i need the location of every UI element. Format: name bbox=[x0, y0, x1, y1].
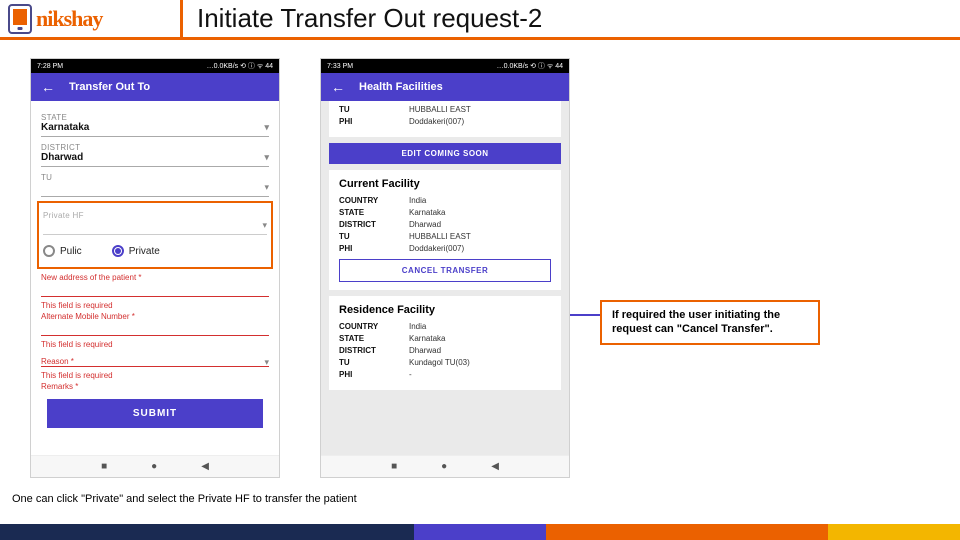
alt-mobile-input[interactable] bbox=[41, 321, 269, 336]
android-nav: ■ ● ◀ bbox=[31, 455, 279, 477]
nav-back-icon[interactable]: ◀ bbox=[491, 461, 499, 472]
chevron-down-icon: ▾ bbox=[262, 220, 267, 231]
private-hf-label: Private HF bbox=[43, 211, 267, 220]
alt-mobile-label: Alternate Mobile Number * bbox=[41, 312, 269, 321]
nav-home-icon[interactable]: ● bbox=[151, 461, 157, 472]
tu-label: TU bbox=[339, 105, 409, 114]
status-time: 7:33 PM bbox=[327, 63, 353, 70]
slide-content: 7:28 PM …0.0KB/s ⟲ ⓘ ᯤ 44 ← Transfer Out… bbox=[0, 40, 960, 510]
screenshot-health-facilities: 7:33 PM …0.0KB/s ⟲ ⓘ ᯤ 44 ← Health Facil… bbox=[320, 58, 570, 478]
radio-row: Pulic Private bbox=[43, 245, 267, 257]
slide-footer-bars bbox=[0, 524, 960, 540]
status-right: …0.0KB/s ⟲ ⓘ ᯤ 44 bbox=[497, 61, 563, 71]
phi-label: PHI bbox=[339, 117, 409, 126]
required-2: This field is required bbox=[41, 340, 269, 349]
required-3: This field is required bbox=[41, 371, 269, 380]
back-arrow-icon[interactable]: ← bbox=[41, 79, 55, 95]
reason-label: Reason *▾ bbox=[41, 357, 269, 366]
appbar-title: Health Facilities bbox=[359, 81, 443, 93]
top-card: TUHUBBALLI EAST PHIDoddakeri(007) bbox=[329, 101, 561, 137]
title-bar: Initiate Transfer Out request-2 bbox=[180, 0, 960, 37]
facilities-body: TUHUBBALLI EAST PHIDoddakeri(007) EDIT C… bbox=[321, 101, 569, 455]
callout-leader bbox=[570, 314, 600, 316]
status-right: …0.0KB/s ⟲ ⓘ ᯤ 44 bbox=[207, 61, 273, 71]
cancel-transfer-button[interactable]: CANCEL TRANSFER bbox=[339, 259, 551, 282]
edit-coming-button[interactable]: EDIT COMING SOON bbox=[329, 143, 561, 164]
district-label: DISTRICT bbox=[41, 143, 269, 152]
radio-private[interactable]: Private bbox=[112, 245, 160, 257]
tu-value: HUBBALLI EAST bbox=[409, 105, 471, 114]
logo: nikshay bbox=[0, 4, 180, 34]
logo-text: nikshay bbox=[36, 6, 102, 32]
tu-label: TU bbox=[41, 173, 269, 182]
district-value[interactable]: Dharwad▾ bbox=[41, 152, 269, 167]
residence-facility-card: Residence Facility COUNTRYIndia STATEKar… bbox=[329, 296, 561, 390]
slide-header: nikshay Initiate Transfer Out request-2 bbox=[0, 0, 960, 40]
submit-button[interactable]: SUBMIT bbox=[47, 399, 263, 428]
phi-value: Doddakeri(007) bbox=[409, 117, 464, 126]
private-highlight-box: Private HF ▾ Pulic Private bbox=[37, 201, 273, 269]
android-nav: ■ ● ◀ bbox=[321, 455, 569, 477]
back-arrow-icon[interactable]: ← bbox=[331, 79, 345, 95]
new-address-label: New address of the patient * bbox=[41, 273, 269, 282]
private-hf-value[interactable]: ▾ bbox=[43, 220, 267, 235]
tu-value[interactable]: ▾ bbox=[41, 182, 269, 197]
app-bar: ← Transfer Out To bbox=[31, 73, 279, 101]
state-label: STATE bbox=[41, 113, 269, 122]
chevron-down-icon: ▾ bbox=[264, 357, 269, 368]
slide-title: Initiate Transfer Out request-2 bbox=[197, 3, 542, 34]
status-bar: 7:33 PM …0.0KB/s ⟲ ⓘ ᯤ 44 bbox=[321, 59, 569, 73]
nav-recent-icon[interactable]: ■ bbox=[391, 461, 397, 472]
current-facility-title: Current Facility bbox=[339, 178, 551, 190]
callout-cancel-transfer: If required the user initiating the requ… bbox=[600, 300, 820, 345]
residence-facility-title: Residence Facility bbox=[339, 304, 551, 316]
chevron-down-icon: ▾ bbox=[264, 122, 269, 133]
new-address-input[interactable] bbox=[41, 282, 269, 297]
current-facility-card: Current Facility COUNTRYIndia STATEKarna… bbox=[329, 170, 561, 290]
nav-recent-icon[interactable]: ■ bbox=[101, 461, 107, 472]
radio-public[interactable]: Pulic bbox=[43, 245, 82, 257]
screenshot-transfer-out: 7:28 PM …0.0KB/s ⟲ ⓘ ᯤ 44 ← Transfer Out… bbox=[30, 58, 280, 478]
chevron-down-icon: ▾ bbox=[264, 152, 269, 163]
phone-logo-icon bbox=[8, 4, 32, 34]
appbar-title: Transfer Out To bbox=[69, 81, 150, 93]
nav-back-icon[interactable]: ◀ bbox=[201, 461, 209, 472]
status-bar: 7:28 PM …0.0KB/s ⟲ ⓘ ᯤ 44 bbox=[31, 59, 279, 73]
app-bar: ← Health Facilities bbox=[321, 73, 569, 101]
nav-home-icon[interactable]: ● bbox=[441, 461, 447, 472]
transfer-form: STATE Karnataka▾ DISTRICT Dharwad▾ TU ▾ … bbox=[31, 101, 279, 434]
caption-private: One can click "Private" and select the P… bbox=[12, 492, 357, 506]
state-value[interactable]: Karnataka▾ bbox=[41, 122, 269, 137]
required-1: This field is required bbox=[41, 301, 269, 310]
remarks-label: Remarks * bbox=[41, 382, 269, 391]
chevron-down-icon: ▾ bbox=[264, 182, 269, 193]
status-time: 7:28 PM bbox=[37, 63, 63, 70]
